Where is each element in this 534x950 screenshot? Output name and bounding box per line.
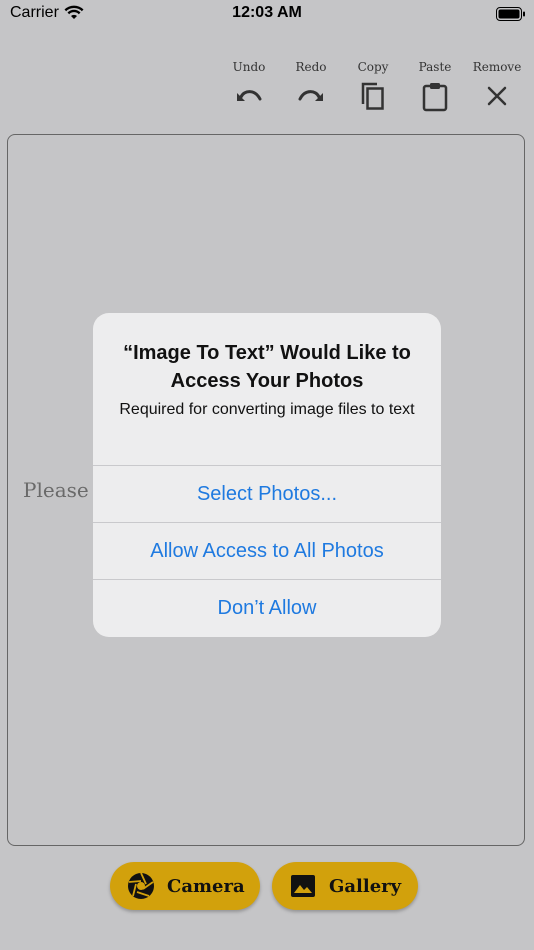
- status-bar: Carrier 12:03 AM: [0, 0, 534, 30]
- app-screen: Carrier 12:03 AM Undo Redo Copy Paste Re…: [0, 0, 534, 950]
- undo-label: Undo: [232, 60, 266, 74]
- alert-message: Required for converting image files to t…: [119, 401, 415, 418]
- remove-button[interactable]: Remove: [466, 58, 528, 116]
- redo-icon: [298, 90, 323, 101]
- copy-button[interactable]: Copy: [342, 58, 404, 116]
- paste-label: Paste: [418, 60, 452, 74]
- copy-icon: [361, 82, 384, 110]
- close-icon: [487, 86, 507, 106]
- paste-icon: [422, 83, 448, 112]
- allow-all-photos-button[interactable]: Allow Access to All Photos: [93, 522, 441, 579]
- camera-button[interactable]: Camera: [110, 862, 260, 910]
- undo-button[interactable]: Undo: [218, 58, 280, 116]
- redo-button[interactable]: Redo: [280, 58, 342, 116]
- editor-placeholder: Please i: [23, 478, 102, 502]
- dont-allow-button[interactable]: Don’t Allow: [93, 579, 441, 636]
- copy-label: Copy: [357, 60, 389, 74]
- image-icon: [291, 875, 315, 897]
- camera-label: Camera: [167, 875, 245, 897]
- gallery-button[interactable]: Gallery: [272, 862, 418, 910]
- battery-icon: [496, 7, 525, 21]
- camera-aperture-icon: [128, 872, 154, 899]
- status-time: 12:03 AM: [232, 4, 302, 21]
- undo-icon: [237, 90, 262, 101]
- edit-toolbar: Undo Redo Copy Paste Remove: [218, 58, 528, 116]
- gallery-label: Gallery: [329, 875, 402, 897]
- paste-button[interactable]: Paste: [404, 58, 466, 116]
- select-photos-button[interactable]: Select Photos...: [93, 465, 441, 522]
- redo-label: Redo: [295, 60, 327, 74]
- alert-title: “Image To Text” Would Like to Access You…: [123, 342, 411, 392]
- photos-permission-alert: “Image To Text” Would Like to Access You…: [93, 313, 441, 637]
- remove-label: Remove: [472, 60, 522, 74]
